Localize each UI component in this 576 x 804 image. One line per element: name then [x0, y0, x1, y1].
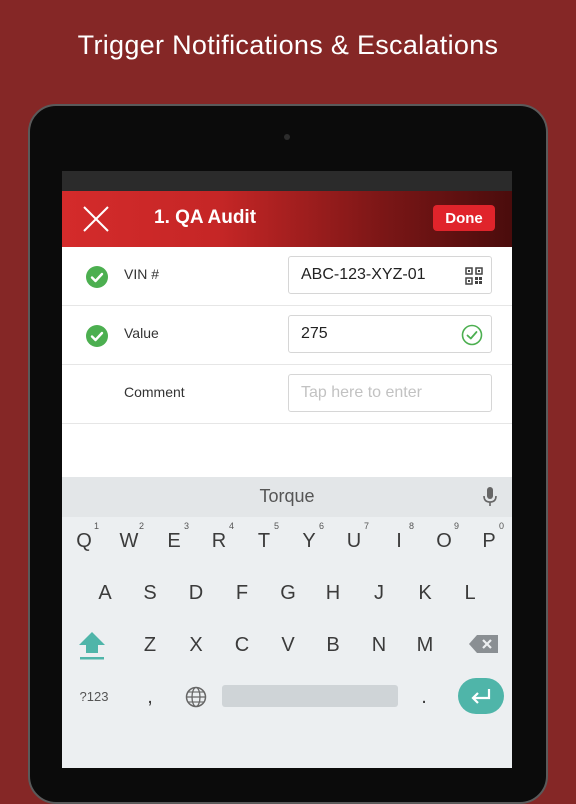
- key-label: W: [119, 530, 139, 552]
- key-label: B: [326, 634, 340, 656]
- key-r[interactable]: 4R: [197, 519, 241, 563]
- key-g[interactable]: G: [266, 571, 310, 615]
- key-label: L: [464, 582, 476, 604]
- key-label: O: [436, 530, 452, 552]
- key-w[interactable]: 2W: [107, 519, 151, 563]
- close-icon[interactable]: [80, 203, 112, 235]
- shift-icon[interactable]: [76, 629, 108, 661]
- suggestion-word[interactable]: Torque: [62, 486, 512, 507]
- key-hint: 7: [364, 521, 370, 531]
- comment-placeholder: Tap here to enter: [301, 384, 422, 401]
- page-title: 1. QA Audit: [154, 207, 257, 228]
- key-a[interactable]: A: [83, 571, 127, 615]
- key-label: A: [98, 582, 112, 604]
- key-hint: 2: [139, 521, 145, 531]
- key-label: V: [281, 634, 295, 656]
- key-m[interactable]: M: [403, 623, 447, 667]
- key-label: C: [234, 634, 250, 656]
- microphone-icon[interactable]: [482, 486, 498, 508]
- status-bar: [62, 171, 512, 191]
- symbols-key[interactable]: ?123: [72, 675, 116, 719]
- key-label: R: [211, 530, 227, 552]
- key-hint: 3: [184, 521, 190, 531]
- key-label: M: [416, 634, 434, 656]
- key-k[interactable]: K: [403, 571, 447, 615]
- enter-button[interactable]: [458, 678, 504, 714]
- space-bar[interactable]: [222, 685, 398, 707]
- key-label: S: [143, 582, 157, 604]
- key-h[interactable]: H: [311, 571, 355, 615]
- key-e[interactable]: 3E: [152, 519, 196, 563]
- key-label: E: [167, 530, 181, 552]
- key-u[interactable]: 7U: [332, 519, 376, 563]
- key-label: X: [189, 634, 203, 656]
- key-hint: 9: [454, 521, 460, 531]
- key-label: P: [482, 530, 496, 552]
- key-label: G: [280, 582, 296, 604]
- completed-check-icon: [86, 325, 108, 347]
- key-hint: 0: [499, 521, 505, 531]
- comment-input[interactable]: Tap here to enter: [288, 374, 492, 412]
- globe-icon[interactable]: [184, 685, 208, 709]
- comma-key[interactable]: ,: [128, 675, 172, 719]
- key-label: Q: [76, 530, 92, 552]
- vin-input[interactable]: ABC-123-XYZ-01: [288, 256, 492, 294]
- value-value: 275: [301, 325, 328, 342]
- enter-icon: [471, 689, 491, 704]
- done-button[interactable]: Done: [433, 205, 495, 231]
- key-d[interactable]: D: [174, 571, 218, 615]
- key-label: K: [418, 582, 432, 604]
- form-row-vin: VIN # ABC-123-XYZ-01: [62, 247, 512, 306]
- key-z[interactable]: Z: [128, 623, 172, 667]
- key-t[interactable]: 5T: [242, 519, 286, 563]
- key-label: Z: [143, 634, 157, 656]
- comment-label: Comment: [124, 384, 185, 400]
- app-screen: 1. QA Audit Done VIN # ABC-123-XYZ-01 Va…: [62, 171, 512, 768]
- key-hint: 1: [94, 521, 100, 531]
- value-label: Value: [124, 325, 159, 341]
- suggestion-bar: Torque: [62, 477, 512, 517]
- period-key[interactable]: .: [402, 675, 446, 719]
- key-l[interactable]: L: [448, 571, 492, 615]
- key-label: F: [235, 582, 249, 604]
- value-input[interactable]: 275: [288, 315, 492, 353]
- key-s[interactable]: S: [128, 571, 172, 615]
- key-f[interactable]: F: [220, 571, 264, 615]
- key-q[interactable]: 1Q: [62, 519, 106, 563]
- app-bar: 1. QA Audit Done: [62, 191, 512, 247]
- completed-check-icon: [86, 266, 108, 288]
- key-y[interactable]: 6Y: [287, 519, 331, 563]
- key-label: J: [374, 582, 384, 604]
- tablet-camera: [284, 134, 290, 140]
- form-row-value: Value 275: [62, 306, 512, 365]
- key-x[interactable]: X: [174, 623, 218, 667]
- soft-keyboard: Torque 1Q 2W 3E 4R 5T 6Y 7U 8I 9O 0P A S…: [62, 477, 512, 768]
- key-i[interactable]: 8I: [377, 519, 421, 563]
- key-label: D: [188, 582, 204, 604]
- page-headline: Trigger Notifications & Escalations: [77, 30, 499, 60]
- key-hint: 4: [229, 521, 235, 531]
- key-label: T: [257, 530, 271, 552]
- backspace-icon[interactable]: [468, 634, 500, 654]
- key-label: N: [371, 634, 387, 656]
- key-c[interactable]: C: [220, 623, 264, 667]
- valid-check-icon: [461, 324, 483, 346]
- key-label: H: [325, 582, 341, 604]
- key-n[interactable]: N: [357, 623, 401, 667]
- vin-label: VIN #: [124, 266, 160, 282]
- key-label: U: [346, 530, 362, 552]
- key-j[interactable]: J: [357, 571, 401, 615]
- key-v[interactable]: V: [266, 623, 310, 667]
- key-b[interactable]: B: [311, 623, 355, 667]
- key-hint: 6: [319, 521, 325, 531]
- qr-code-icon[interactable]: [465, 267, 483, 285]
- key-hint: 5: [274, 521, 280, 531]
- vin-value: ABC-123-XYZ-01: [301, 266, 426, 283]
- key-hint: 8: [409, 521, 415, 531]
- key-p[interactable]: 0P: [467, 519, 511, 563]
- key-label: Y: [302, 530, 316, 552]
- key-o[interactable]: 9O: [422, 519, 466, 563]
- form-row-comment: Comment Tap here to enter: [62, 365, 512, 424]
- key-label: I: [396, 530, 402, 552]
